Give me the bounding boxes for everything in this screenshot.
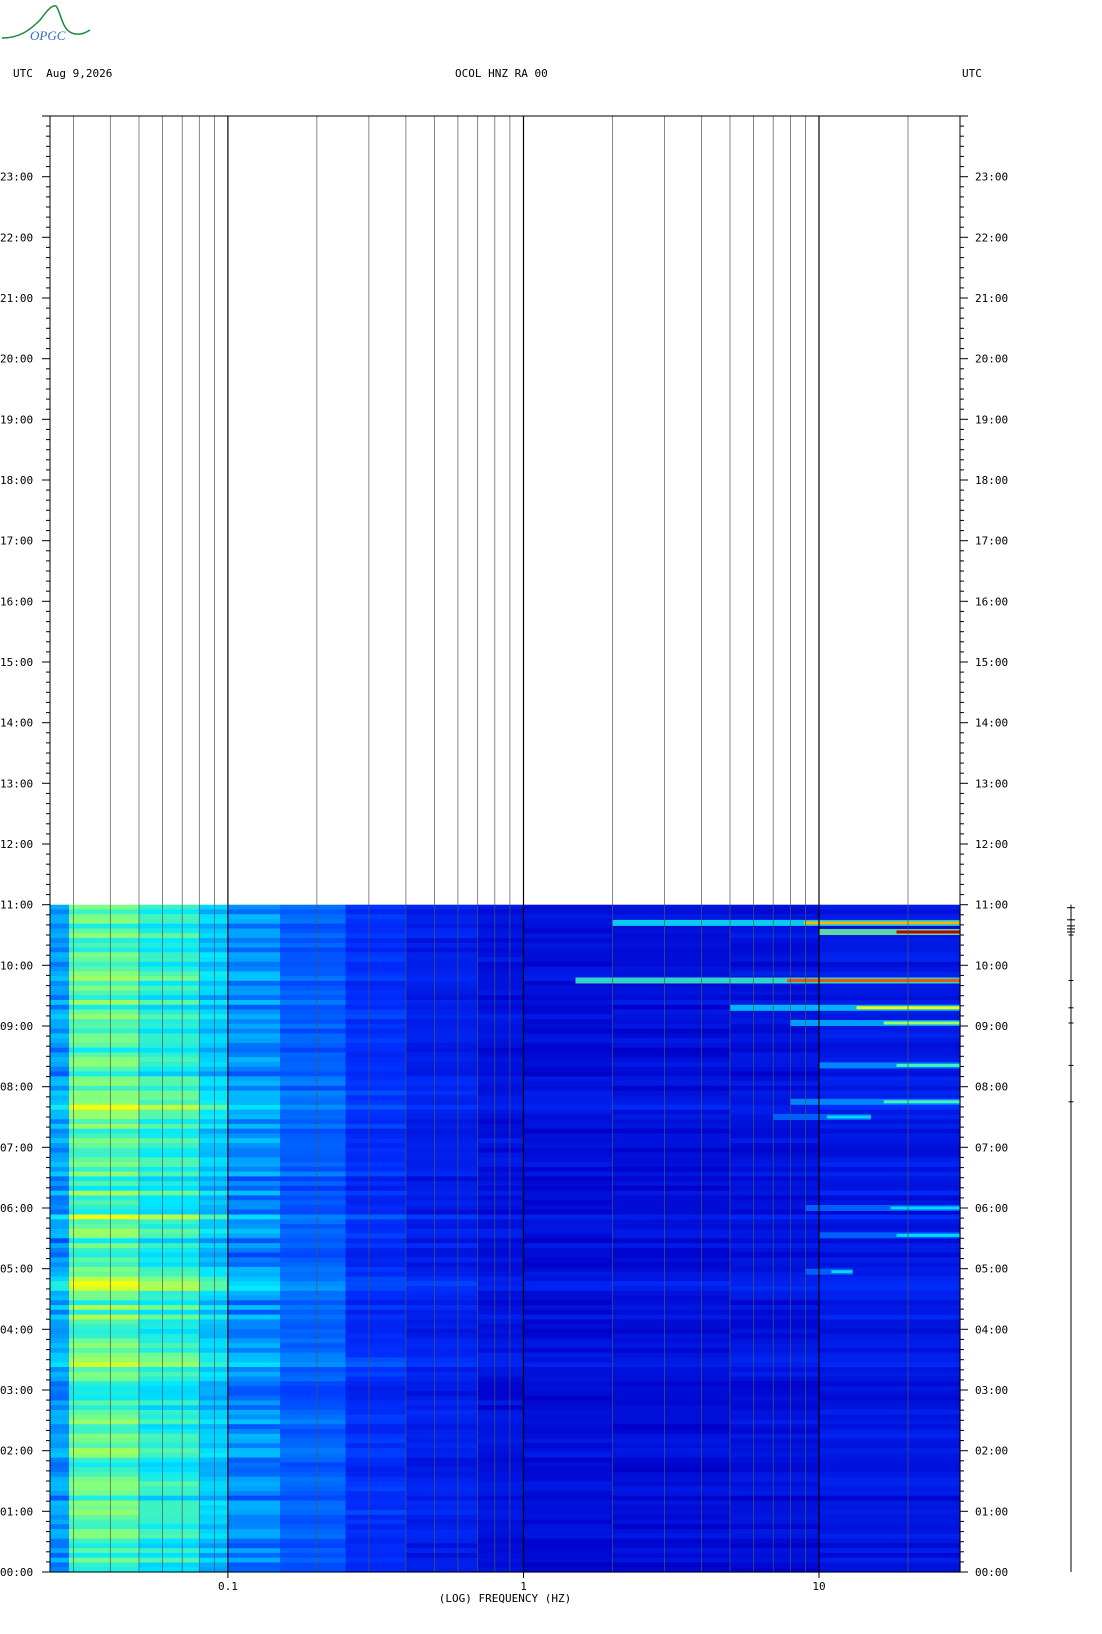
amplitude-trace: [1067, 904, 1075, 1572]
